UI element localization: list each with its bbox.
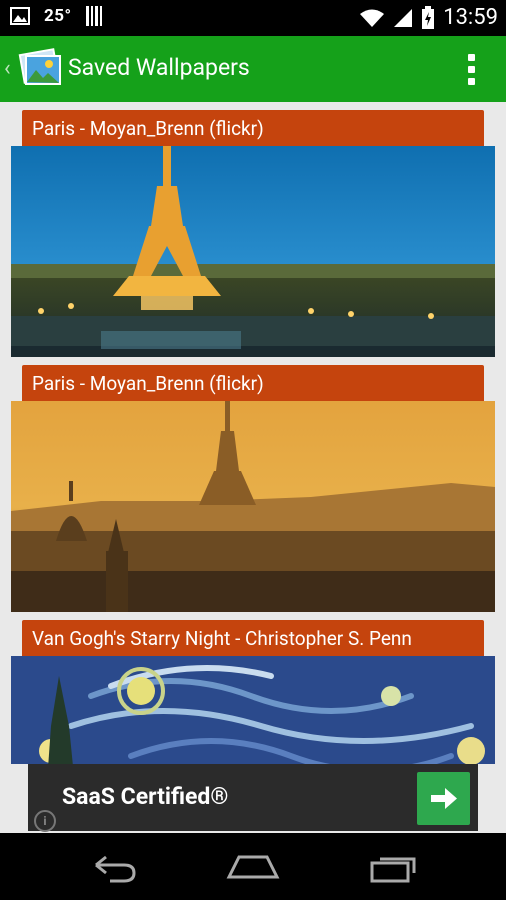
barcode-notification-icon	[85, 6, 102, 26]
wallpaper-thumbnail[interactable]	[11, 656, 495, 764]
status-bar: 25° 13:59	[0, 0, 506, 36]
ad-banner[interactable]: SaaS Certified®	[28, 764, 478, 831]
home-icon	[226, 855, 280, 879]
page-title: Saved Wallpapers	[68, 54, 250, 81]
ad-left-gutter	[0, 764, 28, 831]
ad-headline: SaaS Certified®	[62, 783, 229, 810]
app-logo-icon[interactable]	[18, 46, 62, 90]
wallpaper-card-title: Paris - Moyan_Brenn (flickr)	[22, 365, 484, 402]
battery-icon	[422, 5, 435, 29]
wallpaper-thumbnail[interactable]	[11, 146, 495, 357]
back-chevron-icon[interactable]: ‹	[4, 56, 11, 81]
action-bar: ‹ Saved Wallpapers	[0, 36, 506, 102]
wallpaper-list[interactable]: Paris - Moyan_Brenn (flickr) Paris - Moy…	[0, 102, 506, 764]
recents-button[interactable]	[366, 847, 426, 887]
arrow-right-icon	[431, 788, 457, 809]
home-button[interactable]	[223, 847, 283, 887]
cell-signal-icon	[394, 8, 413, 27]
overflow-menu-icon[interactable]	[468, 54, 476, 85]
recent-apps-icon	[370, 857, 416, 883]
ad-open-button[interactable]	[417, 772, 470, 825]
clock-text: 13:59	[443, 5, 498, 30]
back-button[interactable]	[82, 847, 142, 887]
wallpaper-card-title: Paris - Moyan_Brenn (flickr)	[22, 110, 484, 147]
ad-info-icon[interactable]: i	[34, 810, 56, 832]
navigation-bar	[0, 833, 506, 900]
gallery-notification-icon	[10, 7, 30, 25]
temperature-text: 25°	[44, 6, 72, 26]
wifi-icon	[360, 9, 385, 27]
back-arrow-icon	[95, 855, 136, 883]
wallpaper-thumbnail[interactable]	[11, 401, 495, 612]
wallpaper-card-title: Van Gogh's Starry Night - Christopher S.…	[22, 620, 484, 657]
